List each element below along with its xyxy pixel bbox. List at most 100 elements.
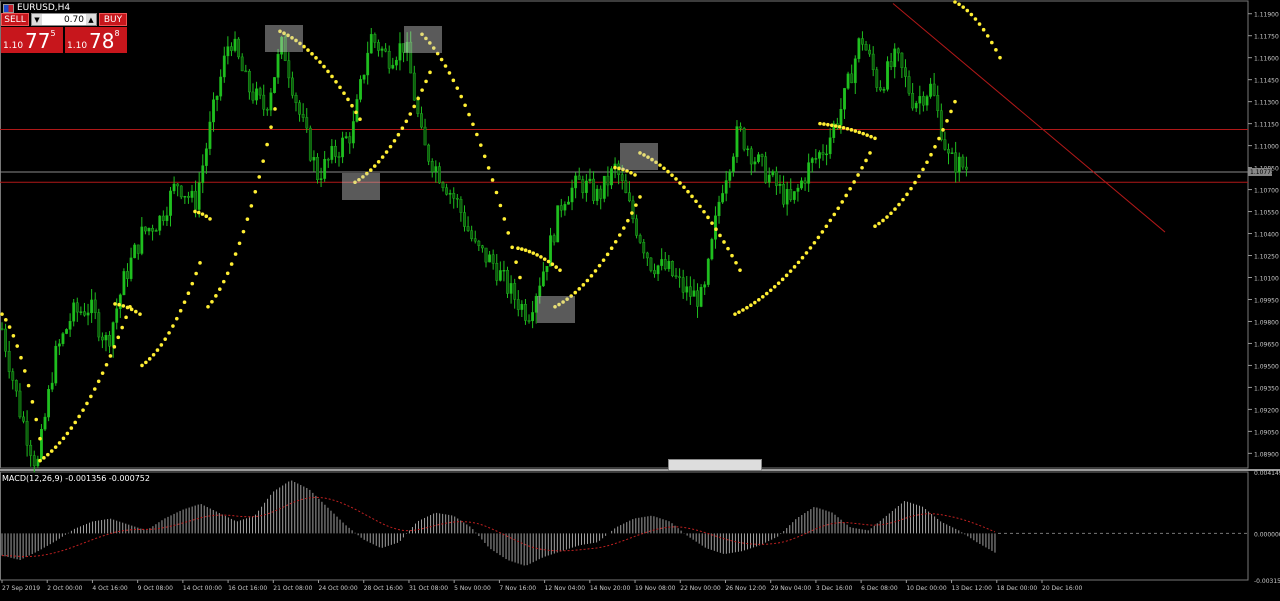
lot-size-input[interactable] (42, 14, 86, 25)
sar-dot (46, 452, 50, 457)
sar-dot (829, 123, 834, 128)
sar-dot (334, 79, 338, 84)
sar-dot (674, 177, 678, 181)
time-tick-label: 22 Nov 00:00 (680, 585, 721, 592)
candle-body (782, 183, 785, 205)
sar-dot (753, 300, 757, 305)
price-tick-label: 1.09050 (1254, 429, 1279, 436)
sar-dot (354, 110, 358, 115)
candle-body (624, 180, 628, 193)
candle-body (287, 60, 291, 79)
sar-dot (186, 291, 191, 296)
candle-body (825, 153, 828, 156)
candle-body (93, 299, 97, 313)
price-chart[interactable]: 1.11900 1.11750 1.11600 1.11450 1.11300 1.111… (0, 0, 1280, 597)
price-tick-label: 1.10700 (1254, 188, 1279, 195)
candle-body (61, 333, 65, 344)
price-tick-label: 1.09800 (1254, 319, 1279, 326)
candle-body (628, 192, 631, 202)
sar-dot (404, 119, 409, 124)
sar-dot (682, 185, 686, 189)
sar-dot (380, 155, 385, 159)
candle-body (918, 96, 922, 104)
time-tick-label: 7 Nov 16:00 (499, 585, 536, 592)
chart-window[interactable]: 1.11900 1.11750 1.11600 1.11450 1.11300 1.111… (0, 0, 1280, 597)
sar-dot (824, 224, 829, 229)
time-tick-label: 29 Nov 04:00 (771, 585, 812, 592)
sar-dot (193, 209, 197, 214)
sar-dot (865, 133, 869, 137)
sell-price-quote[interactable]: 1.10 77 5 (1, 27, 63, 53)
lot-increase-arrow-icon[interactable]: ▲ (86, 14, 96, 25)
sar-dot (198, 261, 202, 265)
candle-body (753, 161, 757, 165)
candle-body (828, 137, 832, 155)
sar-dot (957, 2, 961, 7)
candle-body (412, 72, 416, 101)
candle-body (226, 46, 230, 57)
candle-body (932, 83, 936, 96)
candle-body (212, 99, 215, 123)
sar-dot (19, 355, 23, 360)
current-price-label: 1.10775 (1250, 169, 1275, 176)
buy-button[interactable]: BUY (99, 13, 127, 26)
sar-dot (151, 352, 156, 357)
macd-tick-label: 0.004149 (1254, 470, 1280, 477)
candle-body (703, 284, 707, 288)
time-navigator-scrollbar[interactable] (668, 459, 762, 471)
candle-body (868, 49, 872, 55)
candle-body (466, 226, 470, 231)
candle-body (538, 285, 542, 297)
candle-body (886, 61, 889, 90)
candle-body (326, 159, 330, 161)
candle-body (273, 77, 276, 93)
sar-dot (269, 125, 273, 129)
candle-body (133, 244, 137, 259)
candle-body (165, 215, 169, 221)
candle-body (671, 261, 674, 276)
candle-body (197, 182, 201, 210)
sar-dot (167, 331, 171, 335)
sar-dot (726, 246, 730, 251)
sar-dot (147, 357, 152, 361)
price-tick-label: 1.11300 (1254, 100, 1279, 107)
candle-body (50, 382, 54, 390)
sar-dot (609, 246, 614, 250)
sar-dot (601, 258, 606, 262)
sar-dot (945, 119, 949, 123)
sar-dot (120, 325, 124, 330)
sar-dot (490, 178, 495, 182)
candle-body (47, 389, 51, 418)
buy-price-quote[interactable]: 1.10 78 8 (65, 27, 127, 53)
candle-body (83, 311, 86, 316)
sar-dot (550, 262, 555, 267)
candle-body (739, 126, 742, 129)
sell-price-sup: 5 (50, 29, 56, 38)
time-tick-label: 14 Nov 20:00 (590, 585, 631, 592)
sar-dot (808, 246, 813, 250)
candle-body (369, 34, 373, 54)
lot-decrease-arrow-icon[interactable]: ▼ (32, 14, 42, 25)
time-tick-label: 9 Oct 08:00 (138, 585, 173, 592)
eu-flag-icon (3, 3, 14, 13)
sar-dot (338, 85, 342, 90)
sar-dot (117, 302, 121, 307)
buy-price-prefix: 1.10 (67, 41, 88, 51)
sar-dot (577, 287, 582, 291)
candle-body (943, 139, 947, 150)
sar-dot (917, 174, 921, 178)
sar-dot (622, 226, 626, 230)
candle-body (29, 445, 33, 456)
candle-body (904, 67, 907, 77)
one-click-trading-panel: SELL ▼ ▲ BUY 1.10 77 5 1.10 78 8 (1, 13, 127, 53)
candle-body (301, 114, 305, 118)
candle-body (176, 183, 180, 187)
sar-dot (310, 52, 314, 56)
sar-dot (889, 211, 893, 216)
candle-body (861, 38, 864, 45)
sar-dot (554, 265, 558, 269)
sar-dot (853, 129, 858, 133)
sell-button[interactable]: SELL (1, 13, 29, 26)
candle-body (606, 175, 610, 186)
highlight-box (620, 143, 658, 170)
